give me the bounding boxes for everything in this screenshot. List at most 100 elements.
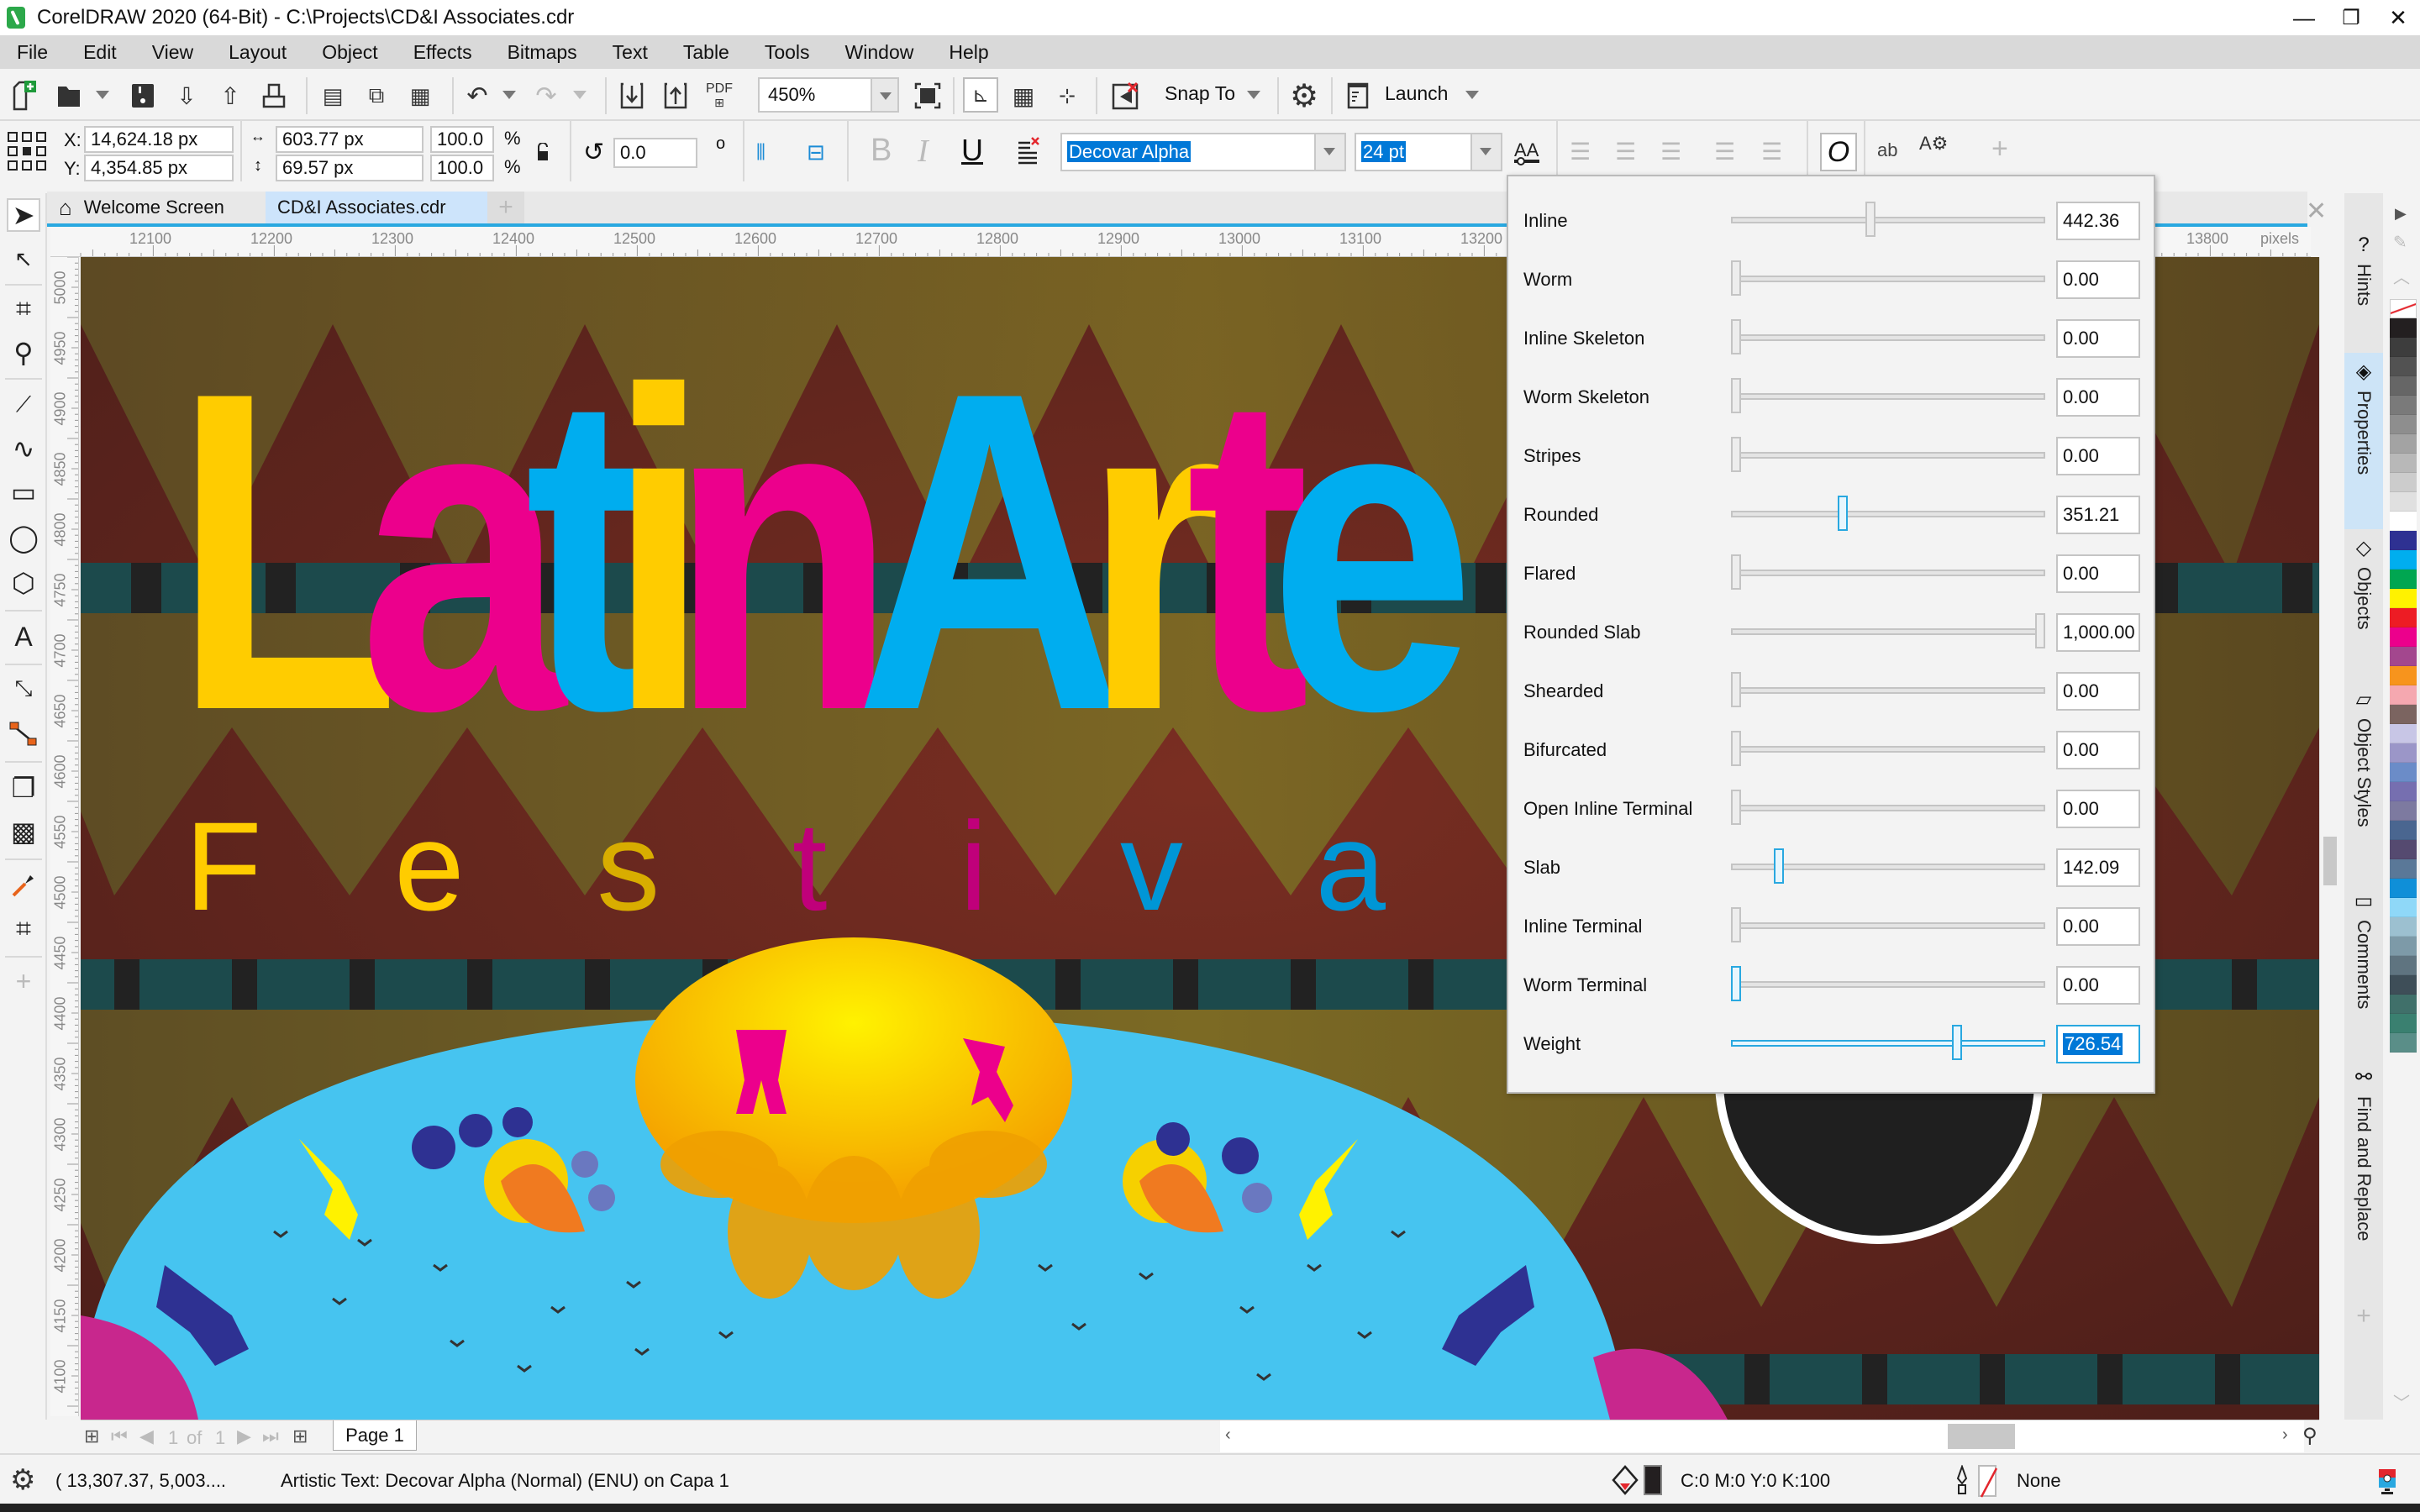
menu-effects[interactable]: Effects: [396, 41, 490, 64]
add-docker-button[interactable]: +: [2344, 1302, 2383, 1336]
previous-page-button[interactable]: ◀: [139, 1425, 154, 1447]
variation-axis-slider[interactable]: [1731, 687, 2045, 694]
font-size-combobox[interactable]: 24 pt: [1355, 133, 1502, 171]
customize-toolbox-button[interactable]: +: [7, 964, 40, 998]
color-swatch[interactable]: [2390, 415, 2417, 434]
y-position-field[interactable]: 4,354.85 px: [84, 155, 234, 181]
horizontal-scrollbar[interactable]: ‹ ›: [1220, 1420, 2304, 1452]
menu-layout[interactable]: Layout: [211, 41, 304, 64]
variation-axis-value-field[interactable]: 0.00: [2056, 554, 2140, 593]
launch-dropdown[interactable]: Launch: [1385, 82, 1448, 105]
zoom-tool[interactable]: ⚲: [7, 336, 40, 370]
font-variation-toggle[interactable]: O: [1820, 133, 1857, 171]
undo-dropdown-caret[interactable]: [502, 91, 516, 99]
variation-axis-slider[interactable]: [1731, 276, 2045, 282]
color-swatch[interactable]: [2390, 376, 2417, 396]
text-properties-button[interactable]: A⚙: [1919, 133, 1948, 155]
height-field[interactable]: 69.57 px: [276, 155, 424, 181]
color-swatch[interactable]: [2390, 492, 2417, 512]
cut-button[interactable]: ▤: [318, 81, 348, 111]
quick-customize-button[interactable]: +: [1991, 133, 2008, 165]
underline-button[interactable]: U: [961, 133, 983, 168]
subtitle-festival[interactable]: Festival: [185, 803, 1546, 929]
menu-file[interactable]: File: [0, 41, 66, 64]
color-swatch[interactable]: [2390, 531, 2417, 550]
variation-axis-slider-thumb[interactable]: [1731, 907, 1741, 942]
drop-cap-button[interactable]: ☰: [1660, 138, 1681, 165]
bold-button[interactable]: B: [871, 133, 892, 169]
variation-axis-slider[interactable]: [1731, 628, 2045, 635]
crop-tool[interactable]: ⌗: [7, 292, 40, 326]
text-alignment-button[interactable]: [1017, 136, 1042, 170]
no-color-swatch[interactable]: [2390, 299, 2417, 318]
scale-y-field[interactable]: 100.0: [430, 155, 494, 181]
tab-welcome-screen[interactable]: ⌂ Welcome Screen: [47, 192, 249, 223]
first-page-button[interactable]: ⏮: [111, 1425, 128, 1447]
variation-axis-slider[interactable]: [1731, 452, 2045, 459]
menu-table[interactable]: Table: [666, 41, 747, 64]
variation-axis-slider[interactable]: [1731, 981, 2045, 988]
variation-axis-slider-thumb[interactable]: [1731, 790, 1741, 825]
variation-axis-value-field[interactable]: 0.00: [2056, 672, 2140, 711]
palette-eyedropper[interactable]: ✎: [2393, 232, 2407, 253]
variation-axis-slider[interactable]: [1731, 334, 2045, 341]
snap-off-button[interactable]: [1111, 81, 1141, 111]
variation-axis-slider-thumb[interactable]: [2035, 613, 2045, 648]
color-swatch[interactable]: [2390, 763, 2417, 782]
import-cloud-button[interactable]: ⇩: [171, 81, 202, 111]
color-swatch[interactable]: [2390, 801, 2417, 821]
headline-latinarte[interactable]: LatinArte: [173, 291, 1476, 779]
new-document-button[interactable]: [10, 81, 40, 111]
palette-scroll-down[interactable]: ﹀: [2393, 1389, 2410, 1414]
freehand-tool[interactable]: ⟋: [7, 388, 40, 422]
zoom-navigator-button[interactable]: ⚲: [2302, 1424, 2317, 1448]
variation-axis-slider[interactable]: [1731, 570, 2045, 576]
variation-axis-value-field[interactable]: 0.00: [2056, 966, 2140, 1005]
edit-text-button[interactable]: ab: [1877, 139, 1897, 161]
docker-tab-find-and-replace[interactable]: ⚯ Find and Replace: [2344, 1058, 2383, 1285]
close-button[interactable]: ✕: [2360, 0, 2420, 35]
color-swatch[interactable]: [2390, 956, 2417, 975]
open-button[interactable]: [54, 81, 84, 111]
drop-shadow-tool[interactable]: ❐: [7, 771, 40, 805]
tab-document[interactable]: CD&I Associates.cdr: [266, 192, 487, 223]
variation-axis-slider-thumb[interactable]: [1731, 966, 1741, 1001]
font-size-value[interactable]: 24 pt: [1361, 141, 1406, 162]
copy-button[interactable]: ⧉: [361, 81, 392, 111]
variation-axis-slider[interactable]: [1731, 1040, 2045, 1047]
zoom-level-value[interactable]: 450%: [760, 84, 871, 106]
zoom-level-combobox[interactable]: 450%: [758, 77, 899, 113]
snap-to-dropdown[interactable]: Snap To: [1165, 82, 1235, 105]
color-swatch[interactable]: [2390, 1033, 2417, 1053]
variation-axis-slider[interactable]: [1731, 746, 2045, 753]
palette-scroll-up[interactable]: ︿: [2393, 264, 2410, 288]
bullet-list-button[interactable]: ☰: [1570, 138, 1591, 165]
color-swatch[interactable]: [2390, 512, 2417, 531]
undo-button[interactable]: ↶: [462, 81, 492, 111]
color-swatch[interactable]: [2390, 396, 2417, 415]
font-list-combobox[interactable]: Decovar Alpha: [1060, 133, 1346, 171]
next-page-button[interactable]: ▶: [237, 1425, 251, 1447]
variation-axis-value-field[interactable]: 351.21: [2056, 496, 2140, 534]
font-size-dropdown-arrow[interactable]: [1470, 134, 1501, 170]
text-tool[interactable]: A: [7, 620, 40, 654]
color-swatch[interactable]: [2390, 627, 2417, 647]
variation-axis-value-field[interactable]: 0.00: [2056, 260, 2140, 299]
full-screen-preview-button[interactable]: [913, 81, 943, 111]
docker-tab-properties[interactable]: ◈ Properties: [2344, 353, 2383, 529]
variation-axis-slider[interactable]: [1731, 922, 2045, 929]
show-grid-toggle[interactable]: ▦: [1008, 81, 1039, 111]
menu-window[interactable]: Window: [828, 41, 932, 64]
scroll-left-button[interactable]: ‹: [1225, 1425, 1231, 1445]
dimension-tool[interactable]: ⤡: [7, 672, 40, 706]
variation-axis-slider-thumb[interactable]: [1731, 260, 1741, 296]
launch-app-icon-button[interactable]: [1343, 81, 1373, 111]
save-button[interactable]: [128, 81, 158, 111]
color-swatch[interactable]: [2390, 685, 2417, 705]
menu-view[interactable]: View: [134, 41, 211, 64]
color-swatch[interactable]: [2390, 975, 2417, 995]
color-swatch[interactable]: [2390, 1014, 2417, 1033]
color-swatch[interactable]: [2390, 743, 2417, 763]
export-cloud-button[interactable]: ⇧: [215, 81, 245, 111]
eyedropper-tool[interactable]: [7, 869, 40, 902]
